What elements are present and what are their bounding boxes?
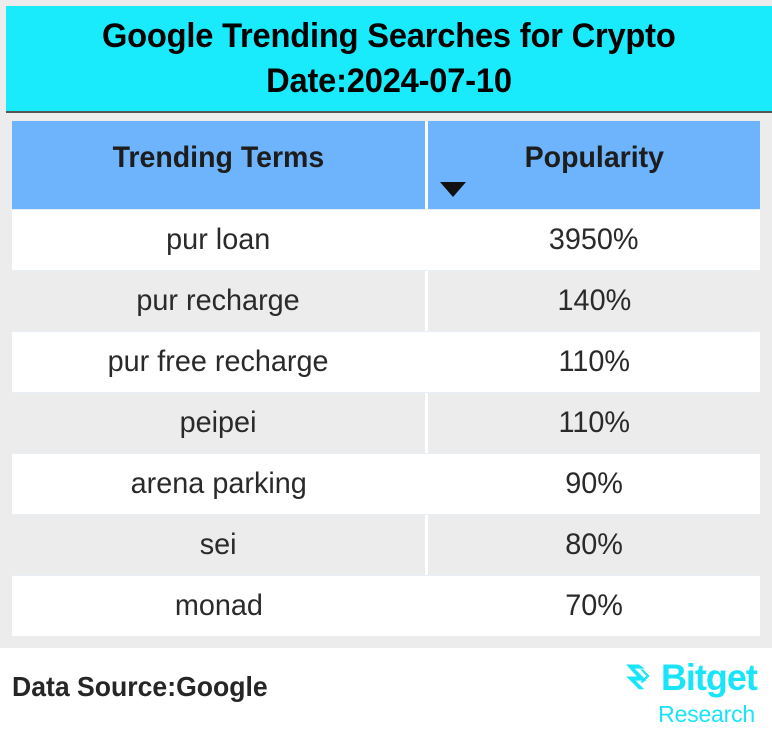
trending-term-text: pur free recharge: [108, 345, 329, 378]
trending-term-text: arena parking: [130, 467, 307, 500]
brand-sub-text: Research: [658, 701, 755, 727]
table-row[interactable]: sei 80%: [12, 514, 760, 575]
trending-term-text: pur recharge: [136, 284, 301, 317]
popularity-text: 80%: [565, 528, 623, 561]
popularity-text: 140%: [557, 284, 631, 317]
popularity-text: 90%: [565, 467, 623, 500]
cell-popularity: 90%: [425, 454, 760, 514]
cell-popularity: 80%: [425, 515, 760, 575]
page-subtitle-date: Date:2024-07-10: [266, 61, 512, 100]
cell-popularity: 140%: [425, 271, 760, 331]
cell-popularity: 110%: [425, 332, 760, 392]
popularity-text: 110%: [558, 345, 630, 378]
table-row[interactable]: pur loan 3950%: [12, 209, 760, 270]
trending-term-text: peipei: [180, 406, 257, 439]
table-row[interactable]: pur free recharge 110%: [12, 331, 760, 392]
infographic-page: Google Trending Searches for Crypto Date…: [0, 0, 772, 752]
table-row[interactable]: arena parking 90%: [12, 453, 760, 514]
column-header-trending-terms[interactable]: Trending Terms: [12, 121, 425, 209]
bitget-arrow-logo-icon: [626, 663, 650, 689]
table-bottom-divider: [12, 639, 760, 643]
table-row[interactable]: monad 70%: [12, 575, 760, 636]
cell-trending-term: monad: [12, 576, 425, 636]
title-banner: Google Trending Searches for Crypto Date…: [6, 6, 772, 113]
cell-trending-term: sei: [12, 515, 425, 575]
cell-popularity: 70%: [425, 576, 760, 636]
column-header-popularity[interactable]: Popularity: [425, 121, 760, 209]
popularity-text: 110%: [558, 406, 630, 439]
cell-trending-term: arena parking: [12, 454, 425, 514]
data-source-label: Data Source:Google: [12, 671, 268, 702]
column-header-label: Trending Terms: [112, 141, 325, 174]
trending-term-text: pur loan: [166, 223, 271, 256]
popularity-text: 70%: [565, 589, 623, 622]
triangle-down-icon[interactable]: [440, 182, 466, 197]
cell-trending-term: pur loan: [12, 210, 425, 270]
popularity-text: 3950%: [549, 223, 639, 256]
brand-logo-row: Bitget: [595, 656, 758, 700]
cell-popularity: 3950%: [425, 210, 760, 270]
trending-term-text: sei: [200, 528, 237, 561]
brand-logo: Bitget Research: [595, 656, 758, 727]
table-row[interactable]: pur recharge 140%: [12, 270, 760, 331]
table-header-row: Trending Terms Popularity: [12, 121, 760, 209]
footer: Data Source:Google Bitget Research: [0, 648, 772, 752]
trending-term-text: monad: [174, 589, 263, 622]
column-header-label: Popularity: [524, 141, 664, 174]
cell-popularity: 110%: [425, 393, 760, 453]
page-title: Google Trending Searches for Crypto: [102, 16, 676, 55]
cell-trending-term: pur free recharge: [12, 332, 425, 392]
cell-trending-term: pur recharge: [12, 271, 425, 331]
trending-table: Trending Terms Popularity pur loan 3950%…: [12, 121, 760, 636]
table-row[interactable]: peipei 110%: [12, 392, 760, 453]
brand-name-text: Bitget: [661, 657, 758, 698]
cell-trending-term: peipei: [12, 393, 425, 453]
